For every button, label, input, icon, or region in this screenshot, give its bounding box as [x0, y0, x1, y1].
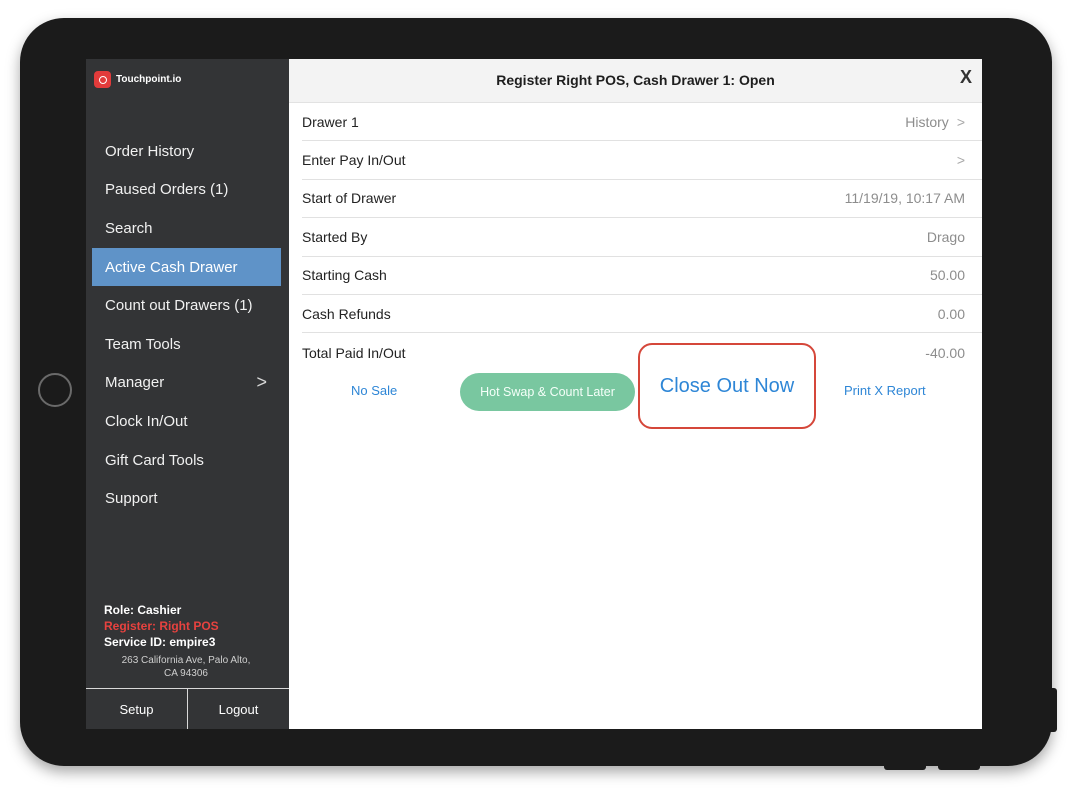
- close-out-now-button[interactable]: Close Out Now: [638, 343, 816, 429]
- hot-swap-button[interactable]: Hot Swap & Count Later: [460, 373, 635, 411]
- register-text: Register: Right POS: [104, 619, 219, 633]
- row-value: 50.00: [929, 267, 965, 284]
- row-start-of-drawer: Start of Drawer 11/19/19, 10:17 AM: [302, 180, 982, 219]
- row-started-by: Started By Drago: [302, 218, 982, 257]
- sidebar-item-label: Order History: [105, 142, 195, 160]
- row-value: 11/19/19, 10:17 AM: [844, 190, 965, 207]
- sidebar-bottom-bar: Setup Logout: [86, 688, 289, 729]
- sidebar-item-label: Active Cash Drawer: [105, 258, 238, 276]
- address-line: 263 California Ave, Palo Alto,: [121, 655, 251, 666]
- sidebar-item-label: Paused Orders (1): [105, 181, 229, 199]
- volume-button: [884, 764, 926, 770]
- sidebar: Touchpoint.io Order History Paused Order…: [86, 59, 289, 729]
- sidebar-item-label: Team Tools: [105, 335, 181, 353]
- row-value: 0.00: [937, 305, 965, 322]
- sidebar-item-support[interactable]: Support: [92, 479, 281, 518]
- sidebar-item-label: Manager: [105, 374, 165, 392]
- chevron-right-icon: >: [956, 152, 965, 169]
- sidebar-item-manager[interactable]: Manager >: [92, 364, 281, 403]
- main-panel: Register Right POS, Cash Drawer 1: Open …: [289, 59, 982, 729]
- brand-name: Touchpoint.io: [116, 74, 182, 85]
- chevron-right-icon: >: [256, 372, 267, 393]
- session-info: Role: Cashier Register: Right POS Servic…: [104, 602, 274, 680]
- sidebar-item-active-cash-drawer[interactable]: Active Cash Drawer: [92, 247, 281, 287]
- power-button: [1050, 688, 1057, 732]
- sidebar-item-order-history[interactable]: Order History: [92, 132, 281, 171]
- row-cash-refunds: Cash Refunds 0.00: [302, 295, 982, 334]
- brand-logo: Touchpoint.io: [94, 71, 181, 88]
- row-label: Start of Drawer: [302, 190, 397, 207]
- sidebar-item-team-tools[interactable]: Team Tools: [92, 325, 281, 364]
- row-value: >: [949, 152, 965, 168]
- row-label: Started By: [302, 228, 368, 245]
- no-sale-button[interactable]: No Sale: [351, 383, 397, 398]
- touchpoint-logo-icon: [94, 71, 111, 88]
- sidebar-item-count-out-drawers[interactable]: Count out Drawers (1): [92, 286, 281, 325]
- service-id-text: Service ID: empire3: [104, 635, 216, 649]
- row-pay-in-out[interactable]: Enter Pay In/Out >: [302, 141, 982, 180]
- drawer-actions: No Sale Hot Swap & Count Later Close Out…: [289, 343, 982, 429]
- sidebar-menu: Order History Paused Orders (1) Search A…: [92, 132, 281, 518]
- row-value: Drago: [926, 228, 965, 245]
- row-label: Total Paid In/Out: [302, 344, 406, 361]
- row-starting-cash: Starting Cash 50.00: [302, 257, 982, 295]
- row-label: Cash Refunds: [302, 305, 391, 322]
- logout-button[interactable]: Logout: [188, 689, 289, 729]
- row-label: Enter Pay In/Out: [302, 152, 406, 169]
- close-button[interactable]: X: [960, 67, 972, 88]
- app-screen: Touchpoint.io Order History Paused Order…: [86, 59, 982, 729]
- row-value: -40.00: [925, 344, 965, 361]
- sidebar-item-clock-in-out[interactable]: Clock In/Out: [92, 402, 281, 441]
- store-address: 263 California Ave, Palo Alto, CA 94306: [98, 654, 274, 680]
- print-x-report-button[interactable]: Print X Report: [844, 383, 926, 398]
- sidebar-item-search[interactable]: Search: [92, 209, 281, 248]
- drawer-details: Drawer 1 History > Enter Pay In/Out > Sta…: [302, 103, 982, 372]
- role-text: Role: Cashier: [104, 603, 182, 617]
- sidebar-item-label: Clock In/Out: [105, 412, 188, 430]
- sidebar-item-paused-orders[interactable]: Paused Orders (1): [92, 171, 281, 210]
- address-line: CA 94306: [164, 668, 208, 679]
- row-label: Starting Cash: [302, 267, 387, 284]
- page-title: Register Right POS, Cash Drawer 1: Open: [496, 72, 775, 88]
- sidebar-item-label: Search: [105, 219, 153, 237]
- sidebar-item-gift-card-tools[interactable]: Gift Card Tools: [92, 441, 281, 480]
- chevron-right-icon: >: [956, 113, 965, 130]
- row-label: Drawer 1: [302, 113, 359, 130]
- volume-button: [938, 764, 980, 770]
- modal-header: Register Right POS, Cash Drawer 1: Open …: [289, 59, 982, 103]
- history-link: History: [905, 113, 949, 130]
- row-drawer-history[interactable]: Drawer 1 History >: [302, 103, 982, 142]
- sidebar-item-label: Support: [105, 490, 158, 508]
- home-button[interactable]: [38, 373, 72, 407]
- row-value: History >: [905, 114, 965, 130]
- sidebar-item-label: Count out Drawers (1): [105, 297, 253, 315]
- setup-button[interactable]: Setup: [86, 689, 188, 729]
- sidebar-item-label: Gift Card Tools: [105, 451, 204, 469]
